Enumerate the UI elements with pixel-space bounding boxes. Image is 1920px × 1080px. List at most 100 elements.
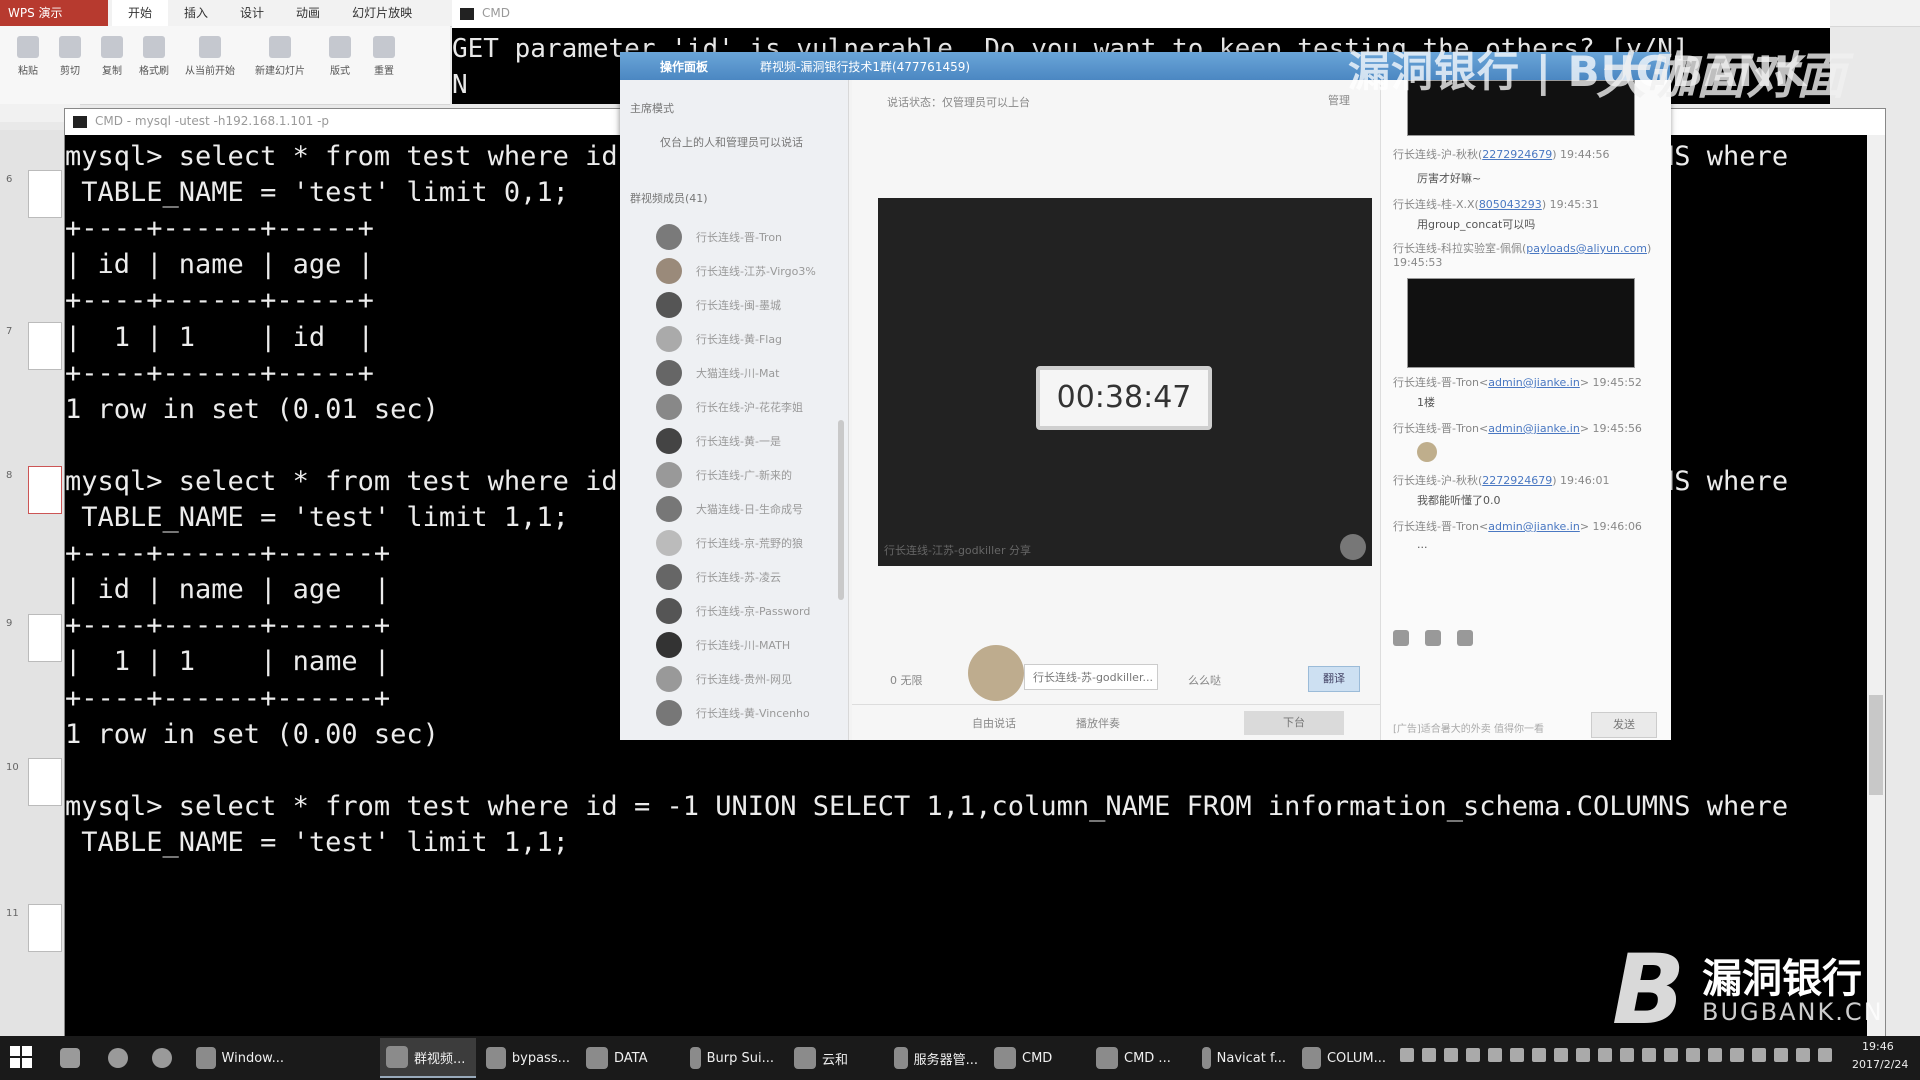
slide-thumbnail[interactable] (28, 322, 62, 370)
slide-thumbnail[interactable] (28, 614, 62, 662)
clock-date[interactable]: 2017/2/24 (1852, 1058, 1908, 1071)
tab-design[interactable]: 设计 (224, 0, 280, 26)
tray-icon[interactable] (1532, 1048, 1546, 1062)
wps-app-button[interactable]: WPS 演示 (0, 0, 108, 26)
clock-time[interactable]: 19:46 (1862, 1040, 1894, 1053)
mode-dropdown[interactable]: 主席模式 (630, 100, 674, 116)
speaker-select[interactable]: 行长连线-苏-godkiller... (1024, 664, 1158, 690)
windows-start-icon[interactable] (10, 1046, 34, 1070)
member-list-item[interactable]: 行长连线-川-MATH (620, 628, 840, 662)
member-list-scrollbar[interactable] (838, 420, 844, 600)
tray-icon[interactable] (1642, 1048, 1656, 1062)
member-list-item[interactable]: 行长连线-广-新来的 (620, 458, 840, 492)
member-list-item[interactable]: 行长连线-苏-凌云 (620, 560, 840, 594)
slide-thumbnail[interactable] (28, 758, 62, 806)
free-talk-toggle[interactable]: 自由说话 (972, 715, 1016, 731)
tab-home[interactable]: 开始 (112, 0, 169, 26)
taskbar-app-button[interactable]: Burp Sui... (684, 1038, 780, 1078)
scrollbar[interactable] (1867, 135, 1885, 1037)
taskbar-app-button[interactable]: CMD ... (1090, 1038, 1180, 1078)
taskbar-app-button[interactable]: 云和 (788, 1038, 868, 1078)
taskbar-app-button[interactable]: CMD (988, 1038, 1068, 1078)
fullscreen-icon[interactable] (1340, 534, 1366, 560)
leave-stage-button[interactable]: 下台 (1244, 711, 1344, 735)
tray-icon[interactable] (1774, 1048, 1788, 1062)
chat-panel: 行长连线-沪-秋秋(2272924679) 19:44:56 厉害才好嘛~ 行长… (1380, 80, 1671, 740)
new-slide-button[interactable]: 新建幻灯片 (250, 32, 310, 92)
shared-screen-video[interactable]: 00:38:47 行长连线-江苏-godkiller 分享 (878, 198, 1372, 566)
taskbar-app-button[interactable]: COLUM... (1296, 1038, 1392, 1078)
member-list-item[interactable]: 行长连线-江苏-Virgo3% (620, 254, 840, 288)
browser-icon[interactable] (152, 1048, 172, 1068)
paste-button[interactable]: 粘贴 (6, 32, 50, 92)
member-list-item[interactable]: 行长连线-京-Password (620, 594, 840, 628)
tray-icon[interactable] (1598, 1048, 1612, 1062)
tab-slideshow[interactable]: 幻灯片放映 (336, 0, 428, 26)
member-list-item[interactable]: 行长连线-黄-一是 (620, 424, 840, 458)
scissors-icon[interactable] (1425, 630, 1441, 646)
tray-icon[interactable] (1620, 1048, 1634, 1062)
format-painter-button[interactable]: 格式刷 (132, 32, 176, 92)
taskbar-app-button[interactable]: Window... (190, 1038, 290, 1078)
member-list-item[interactable]: 行长连线-晋-Tron (620, 220, 840, 254)
group-video-window[interactable]: 操作面板 群视频-漏洞银行技术1群(477761459) 主席模式 仅台上的人和… (620, 52, 1671, 740)
tab-insert[interactable]: 插入 (168, 0, 224, 26)
tray-icon[interactable] (1730, 1048, 1744, 1062)
taskbar-app-button[interactable]: bypass... (480, 1038, 576, 1078)
control-panel-title[interactable]: 操作面板 (660, 58, 708, 75)
taskbar-app-button[interactable]: 服务器管... (888, 1038, 984, 1078)
tray-icon[interactable] (1708, 1048, 1722, 1062)
member-list-item[interactable]: 行长连线-黄-Flag (620, 322, 840, 356)
play-from-current-button[interactable]: 从当前开始 (180, 32, 240, 92)
tray-icon[interactable] (1554, 1048, 1568, 1062)
task-view-icon[interactable] (60, 1048, 80, 1068)
member-list-item[interactable]: 行长连线-闽-墨城 (620, 288, 840, 322)
image-icon[interactable] (1457, 630, 1473, 646)
member-list-item[interactable]: 大猫连线-川-Mat (620, 356, 840, 390)
layout-button[interactable]: 版式 (318, 32, 362, 92)
ie-browser-icon[interactable] (108, 1048, 128, 1068)
chat-message: 我都能听懂了0.0 (1417, 494, 1501, 507)
app-icon (894, 1047, 908, 1069)
tray-icon[interactable] (1752, 1048, 1766, 1062)
tray-icon[interactable] (1510, 1048, 1524, 1062)
tray-icon[interactable] (1488, 1048, 1502, 1062)
slide-thumbnail-panel: 6 7 8 9 10 11 (0, 130, 65, 1036)
play-music-dropdown[interactable]: 播放伴奏 (1076, 715, 1120, 731)
send-button[interactable]: 发送 (1591, 712, 1657, 738)
slide-thumbnail-active[interactable] (28, 466, 62, 514)
chat-screenshot-image[interactable] (1407, 278, 1635, 368)
chat-ad-text[interactable]: [广告]适合暑大的外卖 值得你一看 (1393, 720, 1544, 735)
member-list-item[interactable]: 行长连线-黄-Vincenho (620, 696, 840, 730)
tray-icon[interactable] (1422, 1048, 1436, 1062)
avatar (656, 564, 682, 590)
tray-icon[interactable] (1664, 1048, 1678, 1062)
reaction-button[interactable]: 么么哒 (1188, 672, 1221, 688)
tray-icon[interactable] (1818, 1048, 1832, 1062)
tray-icon[interactable] (1796, 1048, 1810, 1062)
manage-button[interactable]: 管理 (1328, 92, 1350, 108)
reset-button[interactable]: 重置 (362, 32, 406, 92)
slide-thumbnail[interactable] (28, 170, 62, 218)
taskbar-app-button[interactable]: DATA (580, 1038, 660, 1078)
slide-thumbnail[interactable] (28, 904, 62, 952)
taskbar-app-button[interactable]: Navicat f... (1196, 1038, 1292, 1078)
action-button[interactable]: 翻译 (1308, 666, 1360, 692)
cut-button[interactable]: 剪切 (48, 32, 92, 92)
member-list-item[interactable]: 行长连线-京-荒野的狼 (620, 526, 840, 560)
member-list-item[interactable]: 行长在线-沪-花花李姐 (620, 390, 840, 424)
tray-icon[interactable] (1576, 1048, 1590, 1062)
member-list-item[interactable]: 大猫连线-日-生命成号 (620, 492, 840, 526)
scrollbar-thumb[interactable] (1869, 695, 1883, 795)
member-list-item[interactable]: 行长连线-贵州-网见 (620, 662, 840, 696)
tray-icon[interactable] (1400, 1048, 1414, 1062)
emoji-icon[interactable] (1393, 630, 1409, 646)
tab-animation[interactable]: 动画 (280, 0, 336, 26)
taskbar-app-button[interactable]: 群视频... (380, 1038, 476, 1078)
avatar (656, 258, 682, 284)
layout-label: 版式 (330, 66, 350, 77)
tray-icon[interactable] (1686, 1048, 1700, 1062)
tray-icon[interactable] (1444, 1048, 1458, 1062)
copy-button[interactable]: 复制 (90, 32, 134, 92)
tray-icon[interactable] (1466, 1048, 1480, 1062)
